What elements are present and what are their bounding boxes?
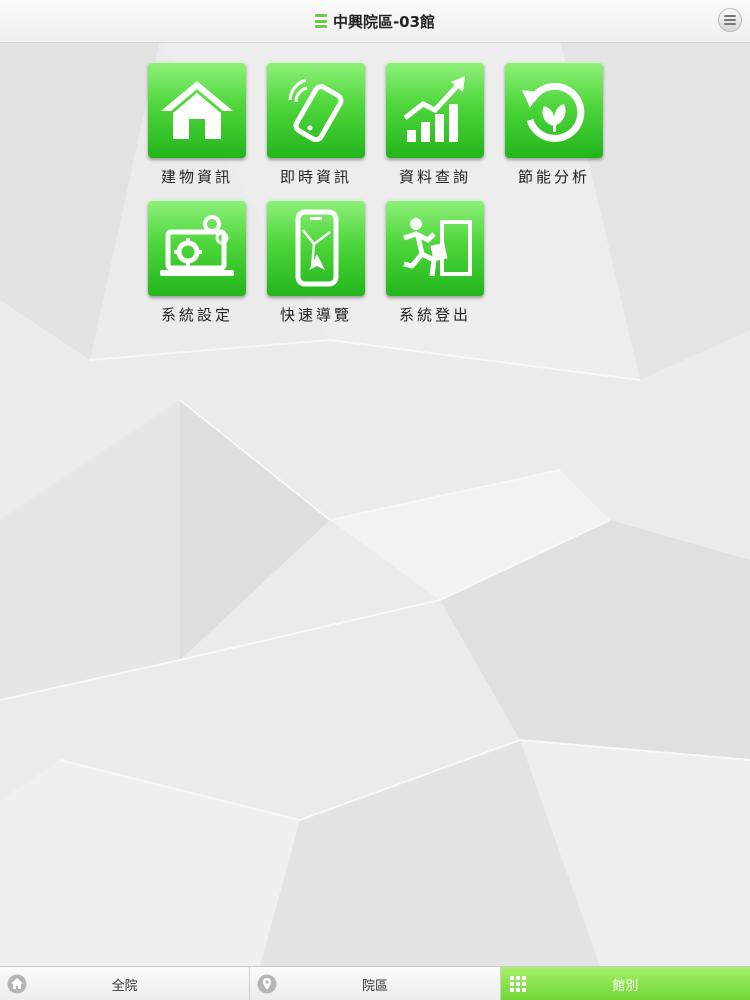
tab-whole-hospital[interactable]: 全院 bbox=[0, 967, 251, 1000]
tab-label: 院區 bbox=[361, 978, 388, 994]
tab-campus[interactable]: 院區 bbox=[250, 967, 501, 1000]
grid-icon bbox=[507, 973, 529, 995]
tile-system-logout[interactable]: 系統登出 bbox=[386, 200, 484, 325]
home-icon bbox=[6, 973, 28, 995]
tile-label: 資料查詢 bbox=[398, 168, 471, 186]
tile-label: 系統設定 bbox=[160, 306, 233, 324]
location-pin-icon bbox=[256, 973, 278, 995]
menu-icon bbox=[724, 15, 736, 25]
tile-label: 節能分析 bbox=[517, 168, 590, 186]
tile-label: 建物資訊 bbox=[160, 168, 233, 186]
tile-label: 即時資訊 bbox=[279, 168, 352, 186]
tile-data-query[interactable]: 資料查詢 bbox=[386, 62, 484, 187]
building-lines-icon bbox=[314, 14, 327, 28]
tile-building-info[interactable]: 建物資訊 bbox=[148, 62, 246, 187]
laptop-gear-icon bbox=[160, 215, 234, 276]
tile-system-settings-button[interactable] bbox=[148, 200, 246, 296]
house-icon bbox=[161, 81, 233, 139]
phone-map-icon bbox=[295, 209, 339, 287]
page-title: 中興院區-03館 bbox=[332, 12, 436, 31]
bar-chart-up-icon bbox=[403, 76, 465, 142]
tab-label: 館別 bbox=[612, 978, 639, 994]
tile-data-query-button[interactable] bbox=[386, 62, 484, 158]
leaf-cycle-icon bbox=[522, 82, 585, 142]
tile-label: 快速導覽 bbox=[279, 306, 352, 324]
tile-label: 系統登出 bbox=[398, 306, 471, 324]
running-man-exit-icon bbox=[403, 218, 472, 277]
tile-realtime-info-button[interactable] bbox=[267, 62, 365, 158]
tab-building[interactable]: 館別 bbox=[500, 967, 750, 1000]
tile-energy-analysis[interactable]: 節能分析 bbox=[505, 62, 603, 187]
tile-energy-analysis-button[interactable] bbox=[505, 62, 603, 158]
tile-quick-tour-button[interactable] bbox=[267, 200, 365, 296]
tile-building-info-button[interactable] bbox=[148, 62, 246, 158]
phone-vibrate-icon bbox=[288, 78, 344, 143]
menu-button[interactable] bbox=[718, 8, 742, 32]
bottom-tab-bar: 全院 院區 館別 bbox=[0, 966, 750, 1000]
tile-system-settings[interactable]: 系統設定 bbox=[148, 200, 246, 325]
tile-quick-tour[interactable]: 快速導覽 bbox=[267, 200, 365, 325]
tab-label: 全院 bbox=[111, 978, 138, 994]
header-title-group: 中興院區-03館 bbox=[0, 0, 750, 42]
background-pattern bbox=[0, 0, 750, 1000]
tile-realtime-info[interactable]: 即時資訊 bbox=[267, 62, 365, 187]
tile-system-logout-button[interactable] bbox=[386, 200, 484, 296]
top-header: 中興院區-03館 bbox=[0, 0, 750, 43]
